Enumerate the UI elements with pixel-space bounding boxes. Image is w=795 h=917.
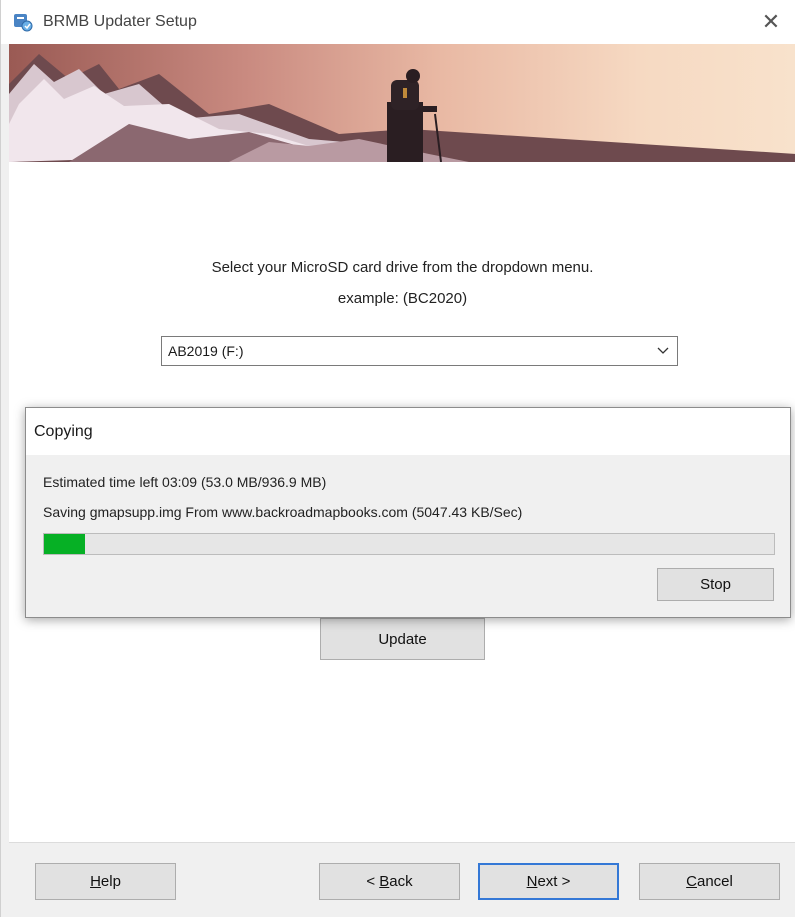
next-button[interactable]: Next > <box>478 863 619 900</box>
stop-button[interactable]: Stop <box>657 568 774 601</box>
back-button-label: < Back <box>366 873 413 890</box>
footer-divider <box>9 842 795 843</box>
cancel-button-label: Cancel <box>686 873 733 890</box>
header-banner-image <box>9 44 795 162</box>
time-estimate-text: Estimated time left 03:09 (53.0 MB/936.9… <box>43 474 327 490</box>
update-button-label: Update <box>378 630 427 648</box>
copying-dialog: Copying Estimated time left 03:09 (53.0 … <box>25 407 791 618</box>
copying-dialog-titlebar: Copying <box>26 408 790 455</box>
download-status-text: Saving gmapsupp.img From www.backroadmap… <box>43 504 523 520</box>
window-title: BRMB Updater Setup <box>43 13 197 30</box>
close-icon: ✕ <box>761 9 781 34</box>
chevron-down-icon <box>657 347 669 354</box>
close-button[interactable]: ✕ <box>754 6 788 38</box>
drive-select[interactable]: AB2019 (F:) <box>161 336 678 366</box>
instruction-text: Select your MicroSD card drive from the … <box>211 259 594 276</box>
title-bar: BRMB Updater Setup ✕ <box>1 0 795 44</box>
update-button[interactable]: Update <box>320 618 485 660</box>
setup-app-icon <box>14 14 33 32</box>
stop-button-label: Stop <box>700 576 731 593</box>
installer-window: BRMB Updater Setup ✕ Select your MicroSD… <box>0 0 795 917</box>
help-button[interactable]: Help <box>35 863 176 900</box>
help-button-label: Help <box>90 873 121 890</box>
copying-dialog-title: Copying <box>34 423 93 440</box>
cancel-button[interactable]: Cancel <box>639 863 780 900</box>
copy-progress-bar <box>43 533 775 555</box>
drive-select-value: AB2019 (F:) <box>168 343 244 359</box>
back-button[interactable]: < Back <box>319 863 460 900</box>
next-button-label: Next > <box>526 873 571 890</box>
example-text: example: (BC2020) <box>337 290 468 307</box>
copy-progress-fill <box>44 534 86 554</box>
